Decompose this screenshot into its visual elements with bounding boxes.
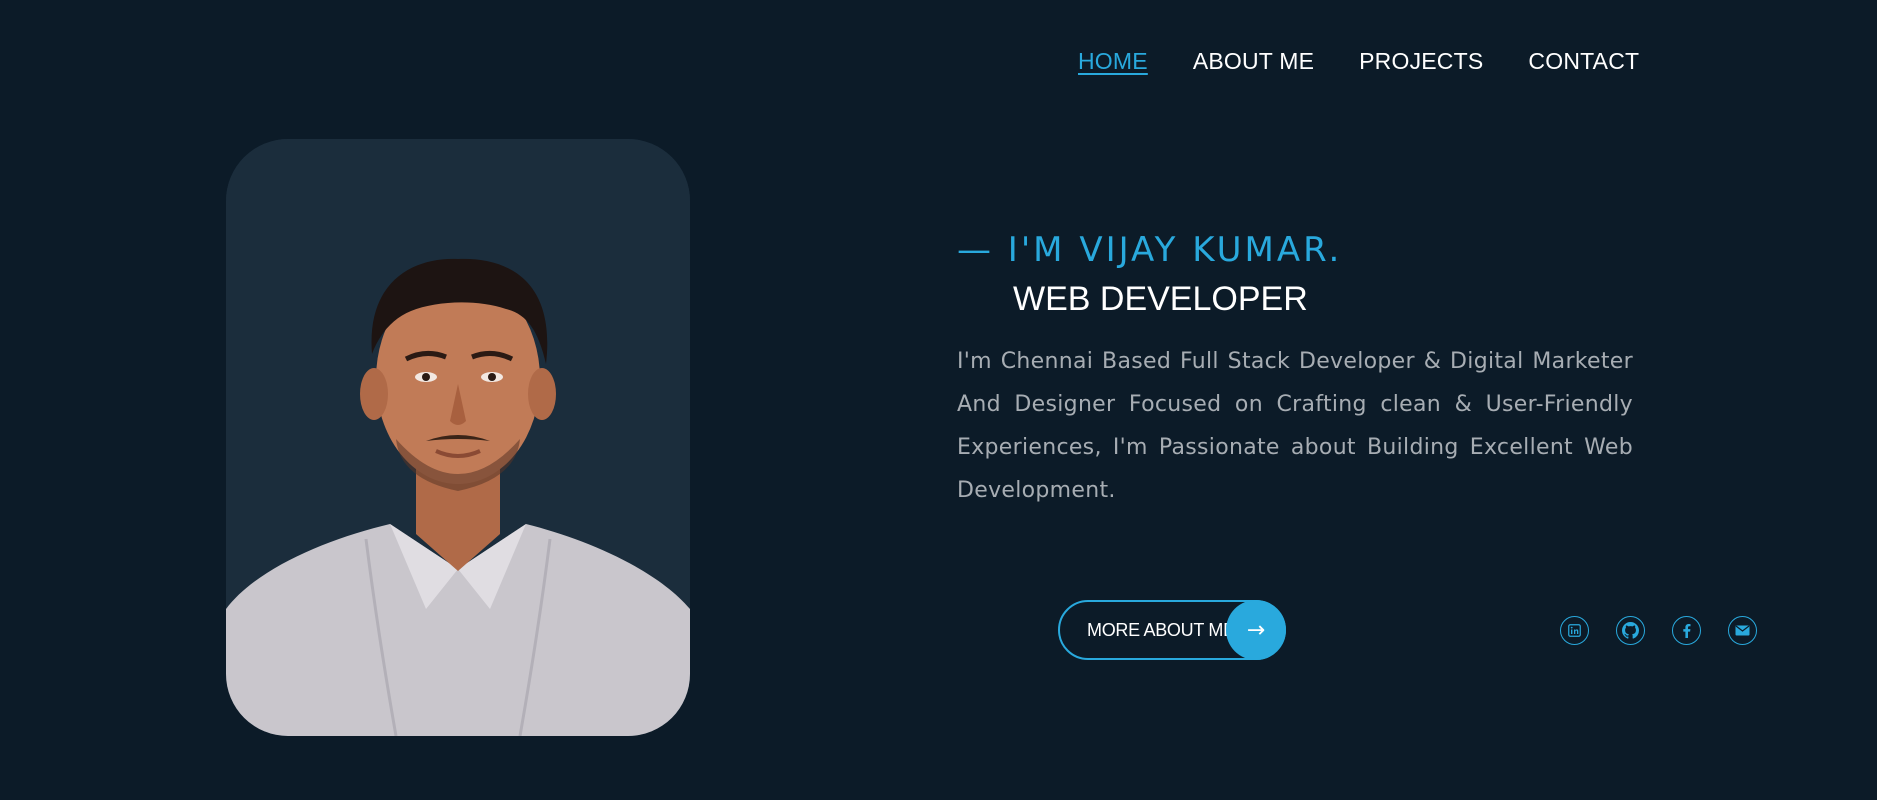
nav-link-about-me[interactable]: ABOUT ME <box>1193 48 1314 75</box>
github-icon[interactable] <box>1616 616 1645 645</box>
facebook-icon[interactable] <box>1672 616 1701 645</box>
profile-photo <box>226 139 690 736</box>
main-nav: HOME ABOUT ME PROJECTS CONTACT <box>1078 48 1639 75</box>
more-about-me-button[interactable]: MORE ABOUT ME → <box>1058 600 1286 660</box>
nav-link-projects[interactable]: PROJECTS <box>1359 48 1483 75</box>
hero-bio: I'm Chennai Based Full Stack Developer &… <box>957 349 1633 503</box>
nav-link-home[interactable]: HOME <box>1078 48 1148 75</box>
arrow-right-icon: → <box>1226 600 1286 660</box>
email-icon[interactable] <box>1728 616 1757 645</box>
cta-label: MORE ABOUT ME <box>1087 619 1235 640</box>
hero-role: WEB DEVELOPER <box>1013 280 1308 318</box>
nav-link-contact[interactable]: CONTACT <box>1528 48 1639 75</box>
portfolio-page: HOME ABOUT ME PROJECTS CONTACT — I'M VIJ… <box>0 0 1877 800</box>
social-links <box>1560 616 1757 645</box>
linkedin-icon[interactable] <box>1560 616 1589 645</box>
portrait-illustration <box>226 139 690 736</box>
hero-intro: — I'M VIJAY KUMAR. <box>957 230 1343 270</box>
